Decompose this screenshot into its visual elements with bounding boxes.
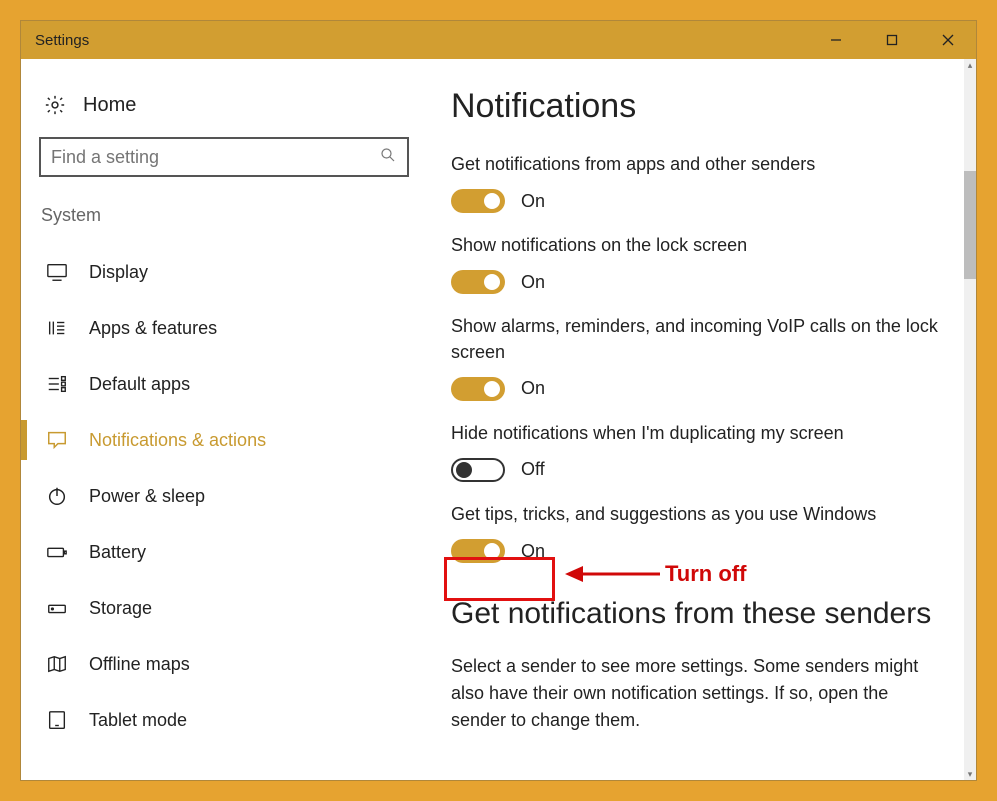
sidebar-item-label: Apps & features [89,318,217,339]
setting-alarms-reminders: Show alarms, reminders, and incoming VoI… [451,314,946,400]
sidebar-item-label: Storage [89,598,152,619]
sidebar-item-label: Tablet mode [89,710,187,731]
senders-description: Select a sender to see more settings. So… [451,653,946,734]
scrollbar[interactable]: ▴ ▾ [964,59,976,780]
setting-label: Show alarms, reminders, and incoming VoI… [451,314,946,364]
scrollbar-thumb[interactable] [964,171,976,279]
home-label: Home [83,94,136,117]
setting-label: Hide notifications when I'm duplicating … [451,421,946,446]
main-panel: Notifications Get notifications from app… [441,59,976,780]
search-icon [379,146,397,169]
search-input[interactable] [51,147,379,168]
toggle-state: Off [521,459,545,480]
setting-notifications-apps: Get notifications from apps and other se… [451,152,946,213]
default-apps-icon [45,372,69,396]
sidebar-item-label: Power & sleep [89,486,205,507]
toggle-notifications-apps[interactable] [451,189,505,213]
map-icon [45,652,69,676]
display-icon [45,260,69,284]
close-button[interactable] [920,21,976,59]
sidebar-item-power-sleep[interactable]: Power & sleep [39,468,441,524]
toggle-alarms-reminders[interactable] [451,377,505,401]
sidebar-item-storage[interactable]: Storage [39,580,441,636]
toggle-state: On [521,272,545,293]
settings-window: Settings Home [20,20,977,781]
setting-tips-tricks: Get tips, tricks, and suggestions as you… [451,502,946,563]
sidebar-item-label: Battery [89,542,146,563]
setting-label: Get notifications from apps and other se… [451,152,946,177]
minimize-button[interactable] [808,21,864,59]
gear-icon [43,93,67,117]
sidebar-item-label: Offline maps [89,654,190,675]
scroll-up-icon[interactable]: ▴ [964,59,976,71]
window-title: Settings [35,32,89,49]
toggle-state: On [521,191,545,212]
sidebar-item-tablet-mode[interactable]: Tablet mode [39,692,441,748]
maximize-button[interactable] [864,21,920,59]
sidebar: Home System Display [21,59,441,780]
sidebar-item-label: Notifications & actions [89,430,266,451]
storage-icon [45,596,69,620]
sidebar-item-display[interactable]: Display [39,244,441,300]
sidebar-item-apps-features[interactable]: Apps & features [39,300,441,356]
toggle-tips-tricks[interactable] [451,539,505,563]
sidebar-item-label: Display [89,262,148,283]
setting-label: Get tips, tricks, and suggestions as you… [451,502,946,527]
home-link[interactable]: Home [39,87,441,137]
tablet-icon [45,708,69,732]
power-icon [45,484,69,508]
setting-lock-screen-notifications: Show notifications on the lock screen On [451,233,946,294]
senders-heading: Get notifications from these senders [451,597,946,631]
toggle-state: On [521,378,545,399]
sidebar-item-default-apps[interactable]: Default apps [39,356,441,412]
sidebar-item-label: Default apps [89,374,190,395]
search-box[interactable] [39,137,409,177]
setting-hide-when-duplicating: Hide notifications when I'm duplicating … [451,421,946,482]
apps-icon [45,316,69,340]
scroll-down-icon[interactable]: ▾ [964,768,976,780]
sidebar-item-offline-maps[interactable]: Offline maps [39,636,441,692]
toggle-state: On [521,541,545,562]
section-label: System [39,205,441,226]
sidebar-item-notifications-actions[interactable]: Notifications & actions [39,412,441,468]
setting-label: Show notifications on the lock screen [451,233,946,258]
page-heading: Notifications [451,87,946,126]
toggle-hide-when-duplicating[interactable] [451,458,505,482]
content-area: Home System Display [21,59,976,780]
toggle-lock-screen-notifications[interactable] [451,270,505,294]
notifications-icon [45,428,69,452]
titlebar: Settings [21,21,976,59]
sidebar-item-battery[interactable]: Battery [39,524,441,580]
battery-icon [45,540,69,564]
